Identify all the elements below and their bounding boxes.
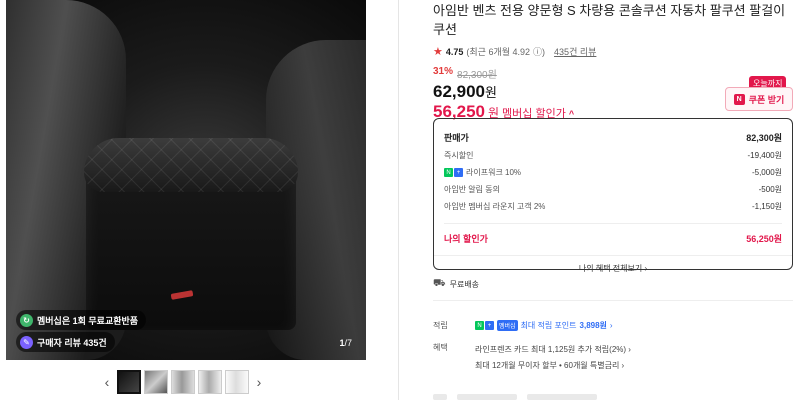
divider xyxy=(444,223,782,224)
image-counter-total: /7 xyxy=(344,338,352,348)
coupon-icon: N xyxy=(733,93,745,105)
product-main-image[interactable]: ↻ 멤버십은 1회 무료교환반품 ✎ 구매자 리뷰 435건 1/7 xyxy=(6,0,366,360)
breakdown-row: N + 라이프워크 10% -5,000원 xyxy=(444,164,782,181)
thumbnail-2[interactable] xyxy=(144,370,168,394)
naver-plus-icon: N + xyxy=(444,168,463,177)
star-icon: ★ xyxy=(433,46,443,58)
thumbnail-5[interactable] xyxy=(225,370,249,394)
review-badge[interactable]: ✎ 구매자 리뷰 435건 xyxy=(16,332,115,352)
thumbnail-1[interactable] xyxy=(117,370,141,394)
points-text: 최대 적립 포인트 xyxy=(520,321,577,330)
image-counter: 1/7 xyxy=(339,338,352,348)
breakdown-value: 82,300원 xyxy=(746,132,782,143)
breakdown-value: -19,400원 xyxy=(747,151,783,160)
breakdown-value: -500원 xyxy=(758,185,782,194)
discount-row: 31% 82,300원 xyxy=(433,66,793,81)
membership-badge-text: 멤버십은 1회 무료교환반품 xyxy=(37,315,139,326)
benefit-installment-link[interactable]: 최대 12개월 무이자 할부 • 60개월 특별금리 › xyxy=(475,358,631,374)
naver-plus-icon: N + xyxy=(475,321,494,330)
benefits-lines: 라인프렌즈 카드 최대 1,125원 추가 적립(2%) › 최대 12개월 무… xyxy=(475,342,631,374)
thumbnail-3[interactable] xyxy=(171,370,195,394)
benefits-row: 혜택 라인프렌즈 카드 최대 1,125원 추가 적립(2%) › 최대 12개… xyxy=(433,342,631,374)
divider xyxy=(433,300,793,301)
console-cushion-shape xyxy=(84,138,298,192)
review-icon: ✎ xyxy=(20,335,33,349)
truck-icon: ⛟ xyxy=(433,278,446,289)
shipping-label: 무료배송 xyxy=(449,280,480,289)
points-row: 적립 N + 멤버십 최대 적립 포인트 3,898원 › xyxy=(433,320,613,331)
breakdown-row: 즉시할인 -19,400원 xyxy=(444,147,782,164)
benefit-card-link[interactable]: 라인프렌즈 카드 최대 1,125원 추가 적립(2%) › xyxy=(475,342,631,358)
chevron-left-icon[interactable]: ‹ xyxy=(100,370,114,394)
info-icon[interactable]: ⓘ) xyxy=(533,45,545,58)
discount-percent: 31% xyxy=(433,66,454,77)
breakdown-row: 아임반 알림 동의 -500원 xyxy=(444,181,782,198)
product-page: ↻ 멤버십은 1회 무료교환반품 ✎ 구매자 리뷰 435건 1/7 ‹ › 아… xyxy=(0,0,800,400)
review-badge-text: 구매자 리뷰 435건 xyxy=(37,337,107,348)
coupon-label: 쿠폰 받기 xyxy=(748,94,785,105)
refresh-icon: ↻ xyxy=(20,313,33,327)
thumbnail-strip: ‹ › xyxy=(100,368,266,396)
coupon-button[interactable]: N 쿠폰 받기 xyxy=(725,87,793,111)
breakdown-label: 판매가 xyxy=(444,132,469,143)
chevron-right-icon[interactable]: › xyxy=(252,370,266,394)
points-key: 적립 xyxy=(433,321,448,330)
my-discount-label: 나의 할인가 xyxy=(444,234,488,244)
rating-detail: (최근 6개월 4.92 xyxy=(466,47,531,57)
thumbnail-4[interactable] xyxy=(198,370,222,394)
breakdown-label: 즉시할인 xyxy=(444,151,474,160)
breakdown-value: -1,150원 xyxy=(751,202,782,211)
cutoff-shape xyxy=(433,394,447,400)
sale-price-value: 62,900 xyxy=(433,82,485,101)
sale-price-unit: 원 xyxy=(485,85,497,100)
breakdown-row: 아임반 멤버십 라운지 고객 2% -1,150원 xyxy=(444,198,782,215)
product-title: 아임반 벤츠 전용 양문형 S 차량용 콘솔쿠션 자동차 팔쿠션 팔걸이쿠션 xyxy=(433,3,786,37)
my-discount-value: 56,250원 xyxy=(746,234,782,244)
review-link[interactable]: 435건 리뷰 xyxy=(554,45,596,58)
membership-icon: 멤버십 xyxy=(497,320,518,331)
original-price: 82,300원 xyxy=(457,70,497,81)
points-amount: 3,898원 xyxy=(579,321,607,330)
rating-row: ★ 4.75 (최근 6개월 4.92 ⓘ) 435건 리뷰 xyxy=(433,45,793,58)
my-discount-row: 나의 할인가 56,250원 xyxy=(444,230,782,247)
points-chevron: › xyxy=(609,321,613,330)
breakdown-label: 아임반 알림 동의 xyxy=(444,185,500,194)
breakdown-label: 아임반 멤버십 라운지 고객 2% xyxy=(444,202,546,211)
price-breakdown: 판매가 82,300원 즉시할인 -19,400원 N + 라이프워크 10% -… xyxy=(433,118,793,273)
breakdown-value: -5,000원 xyxy=(751,168,782,177)
panel-divider xyxy=(398,0,399,400)
next-row-cutoff xyxy=(433,394,613,400)
shipping-row: ⛟ 무료배송 xyxy=(433,278,479,291)
breakdown-label: 라이프워크 10% xyxy=(466,168,522,177)
rating-score: 4.75 xyxy=(445,46,464,57)
membership-badge: ↻ 멤버십은 1회 무료교환반품 xyxy=(16,310,147,330)
breakdown-label-wrap: N + 라이프워크 10% xyxy=(444,167,521,178)
points-link[interactable]: N + 멤버십 최대 적립 포인트 3,898원 › xyxy=(475,320,613,331)
cutoff-shape xyxy=(527,394,597,400)
cutoff-shape xyxy=(457,394,517,400)
view-all-benefits-link[interactable]: 나의 혜택 전체보기 › xyxy=(444,256,782,282)
breakdown-row: 판매가 82,300원 xyxy=(444,127,782,147)
benefits-key: 혜택 xyxy=(433,343,448,352)
